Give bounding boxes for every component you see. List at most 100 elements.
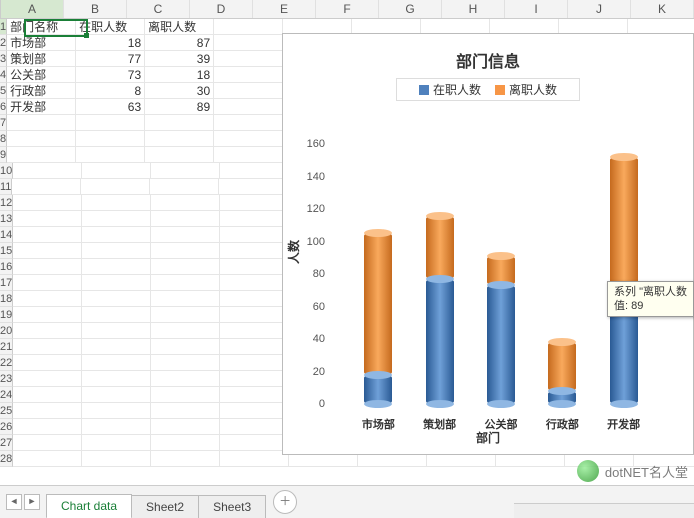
cell[interactable] (82, 307, 151, 323)
cell[interactable] (82, 323, 151, 339)
cell[interactable] (151, 371, 220, 387)
cell[interactable] (82, 259, 151, 275)
row-header[interactable]: 28 (0, 451, 13, 467)
cell[interactable] (151, 419, 220, 435)
column-header[interactable]: D (190, 0, 253, 18)
cell[interactable] (7, 115, 76, 131)
row-header[interactable]: 22 (0, 355, 13, 371)
cell[interactable] (220, 195, 289, 211)
cell[interactable]: 18 (145, 67, 214, 83)
cell[interactable] (13, 435, 82, 451)
cell[interactable] (82, 403, 151, 419)
cell[interactable] (220, 387, 289, 403)
row-header[interactable]: 4 (0, 67, 7, 83)
row-header[interactable]: 12 (0, 195, 13, 211)
cell[interactable]: 87 (145, 35, 214, 51)
cell[interactable] (150, 179, 219, 195)
cell[interactable]: 8 (76, 83, 145, 99)
cell[interactable] (82, 355, 151, 371)
cell[interactable] (82, 291, 151, 307)
cell[interactable] (82, 435, 151, 451)
cell[interactable] (219, 179, 288, 195)
column-header[interactable]: E (253, 0, 316, 18)
row-header[interactable]: 27 (0, 435, 13, 451)
cell[interactable]: 30 (145, 83, 214, 99)
cell[interactable] (151, 275, 220, 291)
cell[interactable] (82, 195, 151, 211)
row-header[interactable]: 3 (0, 51, 7, 67)
cell[interactable] (82, 451, 151, 467)
row-header[interactable]: 1 (0, 19, 7, 35)
row-header[interactable]: 26 (0, 419, 13, 435)
cell[interactable] (220, 371, 289, 387)
cell[interactable] (220, 243, 289, 259)
cell[interactable] (81, 179, 150, 195)
cell[interactable]: 89 (145, 99, 214, 115)
cell[interactable]: 公关部 (7, 67, 76, 83)
cell[interactable] (220, 211, 289, 227)
cell[interactable] (220, 291, 289, 307)
cell[interactable] (151, 323, 220, 339)
cell[interactable] (82, 227, 151, 243)
cell[interactable] (13, 227, 82, 243)
cell[interactable] (13, 195, 82, 211)
cell[interactable] (151, 291, 220, 307)
row-header[interactable]: 20 (0, 323, 13, 339)
row-header[interactable]: 13 (0, 211, 13, 227)
cell[interactable]: 策划部 (7, 51, 76, 67)
cell[interactable]: 行政部 (7, 83, 76, 99)
cell[interactable] (220, 339, 289, 355)
cell[interactable] (13, 339, 82, 355)
embedded-chart[interactable]: 部门信息 在职人数 离职人数 人数 020406080100120140160 … (282, 33, 694, 455)
cell[interactable] (151, 211, 220, 227)
cell[interactable] (220, 227, 289, 243)
cell[interactable] (13, 211, 82, 227)
bar[interactable] (487, 256, 515, 404)
cell[interactable]: 18 (76, 35, 145, 51)
cell[interactable] (76, 147, 145, 163)
row-header[interactable]: 17 (0, 275, 13, 291)
cell[interactable]: 开发部 (7, 99, 76, 115)
sheet-nav-next-icon[interactable]: ► (24, 494, 40, 510)
cell[interactable]: 39 (145, 51, 214, 67)
cell[interactable] (220, 163, 289, 179)
cell[interactable] (214, 19, 283, 35)
bar[interactable] (364, 233, 392, 404)
cell[interactable] (13, 291, 82, 307)
cell[interactable] (214, 67, 283, 83)
row-header[interactable]: 9 (0, 147, 7, 163)
row-header[interactable]: 7 (0, 115, 7, 131)
cell[interactable] (82, 211, 151, 227)
cell[interactable] (151, 339, 220, 355)
cell[interactable] (214, 99, 283, 115)
cell[interactable] (220, 259, 289, 275)
cell[interactable] (82, 387, 151, 403)
cell[interactable] (220, 419, 289, 435)
row-header[interactable]: 25 (0, 403, 13, 419)
cell[interactable] (151, 355, 220, 371)
cell[interactable]: 63 (76, 99, 145, 115)
cell[interactable] (151, 259, 220, 275)
cell[interactable]: 离职人数 (145, 19, 214, 35)
column-header[interactable]: B (64, 0, 127, 18)
cell[interactable] (220, 307, 289, 323)
row-header[interactable]: 24 (0, 387, 13, 403)
column-header[interactable]: J (568, 0, 631, 18)
cell[interactable] (220, 275, 289, 291)
cell[interactable] (13, 387, 82, 403)
cell[interactable] (82, 419, 151, 435)
cell[interactable]: 在职人数 (76, 19, 145, 35)
cell[interactable] (7, 131, 76, 147)
cell[interactable] (220, 355, 289, 371)
cell[interactable]: 市场部 (7, 35, 76, 51)
cell[interactable] (214, 131, 283, 147)
cell[interactable] (82, 275, 151, 291)
cell[interactable] (151, 307, 220, 323)
cell[interactable] (220, 323, 289, 339)
add-sheet-button[interactable]: ＋ (273, 490, 297, 514)
cell[interactable] (145, 131, 214, 147)
cell[interactable] (13, 275, 82, 291)
cell[interactable] (13, 323, 82, 339)
cell[interactable] (145, 115, 214, 131)
sheet-tab[interactable]: Sheet2 (131, 495, 199, 518)
